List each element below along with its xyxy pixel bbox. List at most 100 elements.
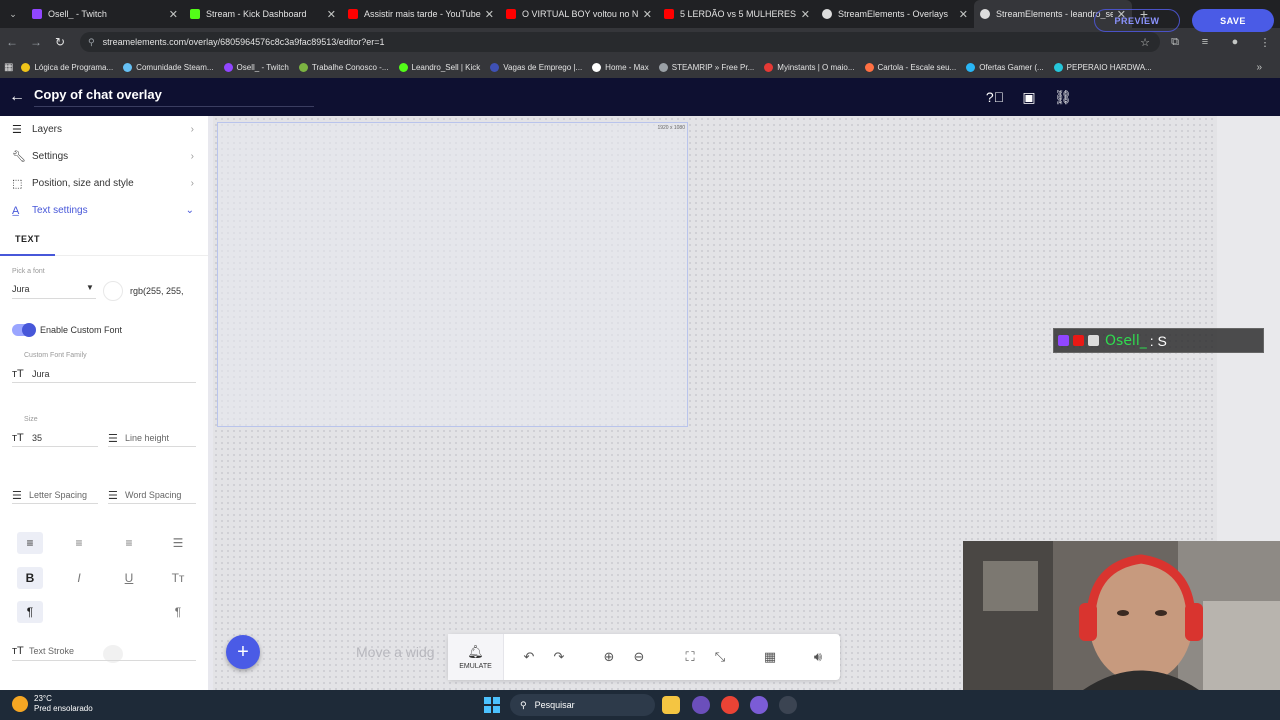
more-bookmarks-icon[interactable]: » bbox=[1256, 62, 1262, 73]
app-icon[interactable] bbox=[779, 696, 797, 714]
browser-tab[interactable]: Osell_ - Twitch ✕ bbox=[26, 0, 184, 28]
apps-grid-icon[interactable]: ▦ bbox=[4, 62, 13, 73]
save-button[interactable]: SAVE bbox=[1192, 9, 1274, 32]
grid-icon[interactable]: ▦ bbox=[758, 646, 782, 668]
section-text-settings[interactable]: A̲ Text settings ⌄ bbox=[0, 197, 208, 224]
tab-text[interactable]: TEXT bbox=[0, 224, 55, 256]
text-transform-icon[interactable]: Tт bbox=[165, 567, 191, 589]
app-icon[interactable] bbox=[692, 696, 710, 714]
media-gallery-icon[interactable]: ▣ bbox=[1012, 89, 1046, 106]
fullscreen-icon[interactable]: ⛶ bbox=[678, 646, 702, 668]
overlay-artboard[interactable]: 1920 x 1080 bbox=[217, 122, 688, 427]
bookmark-favicon-icon bbox=[1053, 62, 1063, 72]
custom-font-family-input[interactable]: Jura bbox=[32, 369, 50, 379]
text-color-swatch[interactable] bbox=[103, 281, 123, 301]
back-arrow-icon[interactable]: ← bbox=[0, 88, 34, 106]
close-tab-icon[interactable]: ✕ bbox=[327, 8, 336, 21]
add-widget-button[interactable]: + bbox=[226, 635, 260, 669]
underline-button[interactable]: U bbox=[116, 567, 142, 589]
close-tab-icon[interactable]: ✕ bbox=[801, 8, 810, 21]
bookmark-item[interactable]: Osell_ - Twitch bbox=[223, 62, 289, 72]
browser-tab[interactable]: Assistir mais tarde - YouTube ✕ bbox=[342, 0, 500, 28]
align-justify-button[interactable]: ☰ bbox=[165, 532, 191, 554]
font-select-underline bbox=[12, 298, 96, 299]
overlay-title-input[interactable]: Copy of chat overlay bbox=[34, 87, 314, 107]
paragraph-rtl-icon[interactable]: ¶ bbox=[165, 601, 191, 623]
file-explorer-icon[interactable] bbox=[662, 696, 680, 714]
fit-screen-icon[interactable]: ⤡ bbox=[708, 646, 732, 668]
link-icon[interactable]: ⛓ bbox=[1046, 89, 1080, 106]
bookmark-item[interactable]: STEAMRIP » Free Pr... bbox=[658, 62, 754, 72]
section-layers[interactable]: ☰ Layers › bbox=[0, 116, 208, 143]
bookmark-item[interactable]: Vagas de Emprego |... bbox=[490, 62, 582, 72]
text-color-value[interactable]: rgb(255, 255, bbox=[130, 286, 184, 296]
custom-font-toggle[interactable] bbox=[12, 323, 36, 337]
italic-button[interactable]: I bbox=[66, 567, 92, 589]
close-tab-icon[interactable]: ✕ bbox=[959, 8, 968, 21]
word-spacing-icon: ☰ bbox=[108, 490, 118, 502]
bookmark-item[interactable]: Comunidade Steam... bbox=[123, 62, 214, 72]
bold-button[interactable]: B bbox=[17, 567, 43, 589]
section-settings[interactable]: 🔧︎ Settings › bbox=[0, 143, 208, 170]
browser-tab[interactable]: Stream - Kick Dashboard ✕ bbox=[184, 0, 342, 28]
dropdown-arrow-icon[interactable]: ▼ bbox=[86, 283, 94, 292]
forward-icon[interactable]: → bbox=[24, 35, 48, 49]
section-position-size-style[interactable]: ⬚ Position, size and style › bbox=[0, 170, 208, 197]
weather-desc: Pred ensolarado bbox=[34, 704, 93, 713]
bookmark-item[interactable]: Myinstants | O maio... bbox=[764, 62, 855, 72]
tab-search-chevron-icon[interactable]: ⌄ bbox=[0, 0, 26, 28]
align-left-button[interactable]: ≡ bbox=[17, 532, 43, 554]
zoom-out-icon[interactable]: ⊖ bbox=[627, 646, 651, 668]
size-label: Size bbox=[24, 416, 38, 423]
windows-start-icon[interactable] bbox=[484, 697, 500, 713]
undo-icon[interactable]: ↶ bbox=[517, 646, 541, 668]
sound-icon[interactable]: 🔊︎ bbox=[806, 646, 830, 668]
youtube-favicon-icon bbox=[506, 9, 516, 19]
align-right-button[interactable]: ≡ bbox=[116, 532, 142, 554]
bookmark-item[interactable]: Trabalhe Conosco -... bbox=[298, 62, 389, 72]
url-input[interactable]: ⚲ streamelements.com/overlay/6805964576c… bbox=[80, 32, 1160, 52]
letter-spacing-input[interactable]: Letter Spacing bbox=[29, 490, 87, 500]
extensions-icon[interactable]: ⧉ bbox=[1160, 36, 1190, 49]
sun-icon bbox=[12, 696, 28, 712]
paragraph-ltr-icon[interactable]: ¶ bbox=[17, 601, 43, 623]
preview-button[interactable]: PREVIEW bbox=[1094, 9, 1180, 32]
emulate-button[interactable]: 🔔︎ EMULATE bbox=[448, 634, 504, 680]
browser-tab[interactable]: O VIRTUAL BOY voltou no NIN ✕ bbox=[500, 0, 658, 28]
close-tab-icon[interactable]: ✕ bbox=[485, 8, 494, 21]
bookmark-item[interactable]: PEPERAIO HARDWA... bbox=[1053, 62, 1152, 72]
discord-icon[interactable] bbox=[750, 696, 768, 714]
weather-widget[interactable]: 23°C Pred ensolarado bbox=[12, 694, 93, 714]
bookmark-item[interactable]: Lógica de Programa... bbox=[21, 62, 113, 72]
redo-icon[interactable]: ↷ bbox=[547, 646, 571, 668]
chat-widget[interactable]: Osell_ : S bbox=[1053, 328, 1264, 353]
zoom-in-icon[interactable]: ⊕ bbox=[597, 646, 621, 668]
bookmark-favicon-icon bbox=[658, 62, 668, 72]
chrome-icon[interactable] bbox=[721, 696, 739, 714]
bookmark-item[interactable]: Ofertas Gamer (... bbox=[966, 62, 1044, 72]
word-spacing-input[interactable]: Word Spacing bbox=[125, 490, 181, 500]
back-icon[interactable]: ← bbox=[0, 35, 24, 49]
taskbar-search[interactable]: ⚲ Pesquisar bbox=[510, 694, 655, 716]
browser-tab[interactable]: StreamElements - Overlays ✕ bbox=[816, 0, 974, 28]
reload-icon[interactable]: ↻ bbox=[48, 35, 72, 49]
bookmark-favicon-icon bbox=[490, 62, 500, 72]
bookmark-star-icon[interactable]: ☆ bbox=[1130, 36, 1160, 49]
help-icon[interactable]: ?⃝ bbox=[978, 89, 1012, 105]
bookmark-item[interactable]: Home - Max bbox=[592, 62, 649, 72]
selection-icon: ⬚ bbox=[12, 178, 23, 190]
browser-menu-icon[interactable]: ⋮ bbox=[1250, 36, 1280, 49]
align-center-button[interactable]: ≡ bbox=[66, 532, 92, 554]
bookmark-item[interactable]: Cartola - Escale seu... bbox=[864, 62, 956, 72]
browser-actions: ☆ ⧉ ≡ ● ⋮ bbox=[1130, 28, 1280, 56]
font-picker-select[interactable]: Jura bbox=[12, 284, 30, 294]
size-input[interactable]: 35 bbox=[32, 433, 42, 443]
reading-list-icon[interactable]: ≡ bbox=[1190, 36, 1220, 48]
bookmark-item[interactable]: Leandro_Sell | Kick bbox=[398, 62, 480, 72]
close-tab-icon[interactable]: ✕ bbox=[643, 8, 652, 21]
line-height-input[interactable]: Line height bbox=[125, 433, 169, 443]
browser-tab[interactable]: 5 LERDÃO vs 5 MULHERES ep.✕ bbox=[658, 0, 816, 28]
profile-avatar[interactable]: ● bbox=[1220, 36, 1250, 48]
close-tab-icon[interactable]: ✕ bbox=[169, 8, 178, 21]
site-info-icon[interactable]: ⚲ bbox=[88, 37, 95, 48]
